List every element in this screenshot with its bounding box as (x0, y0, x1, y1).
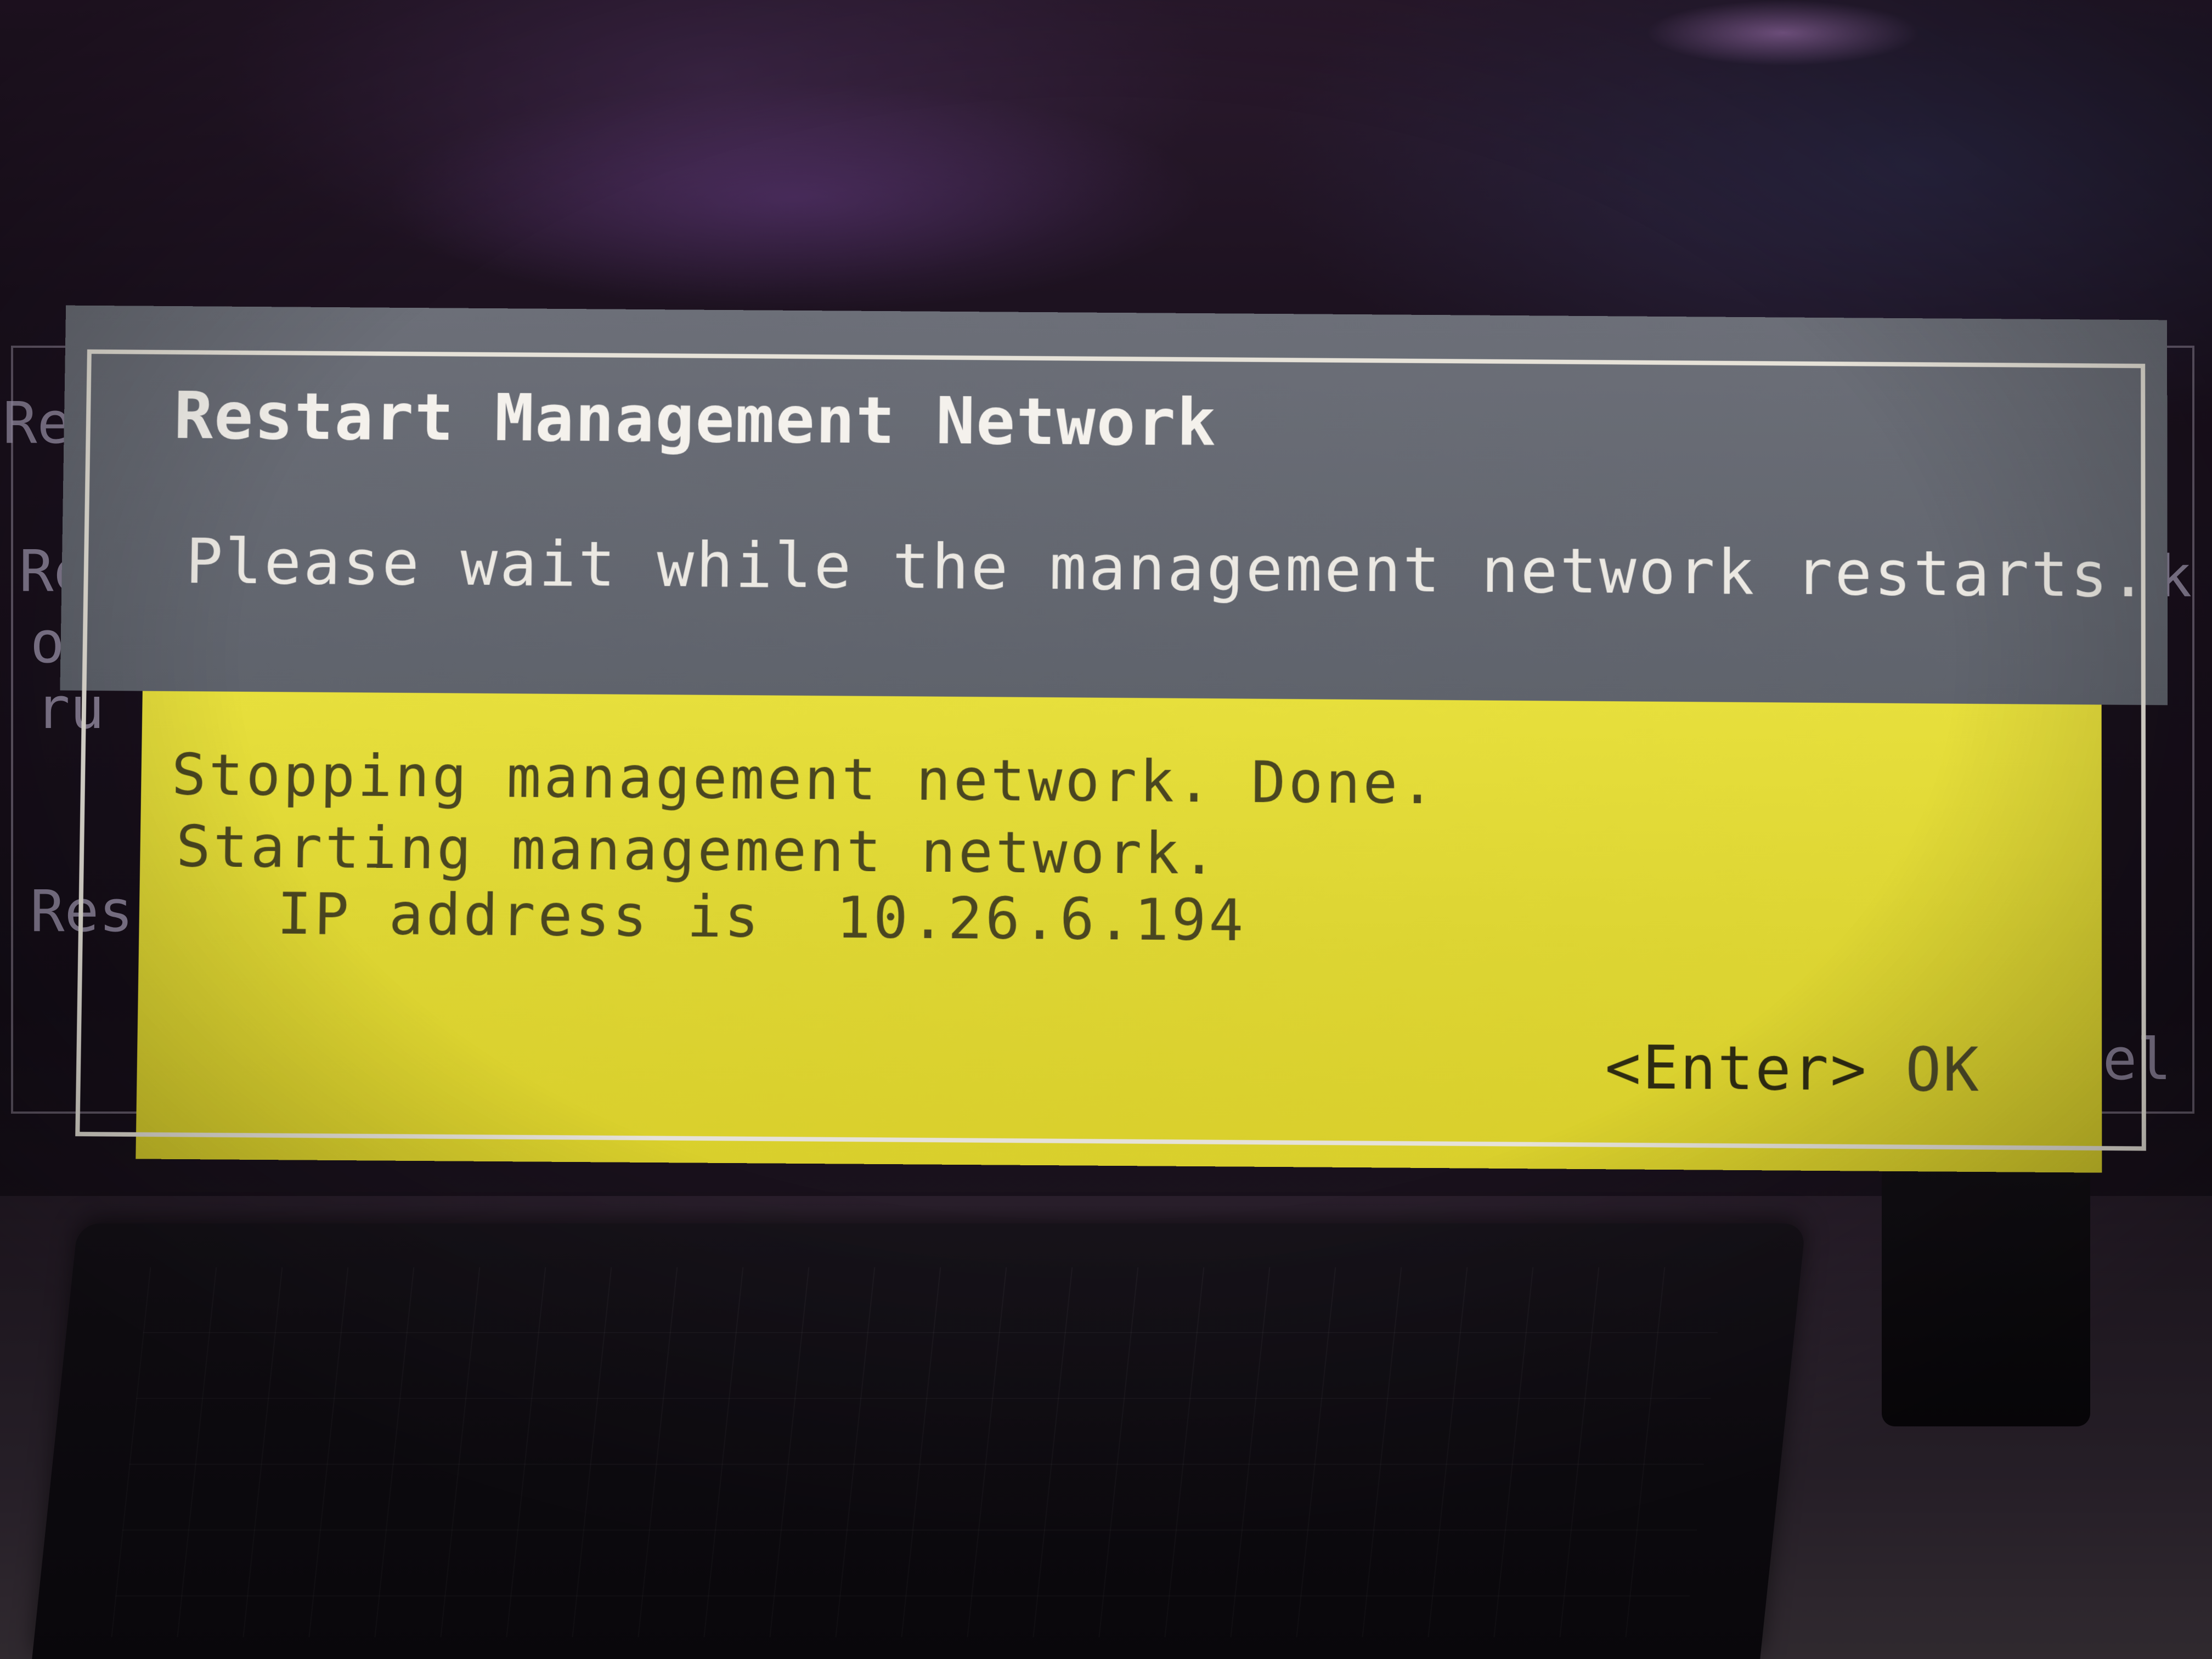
status-line-ip-address: IP address is 10.26.6.194 (276, 879, 1246, 955)
speaker (1882, 1163, 2090, 1426)
background-text-fragment: Re (3, 390, 72, 456)
restart-network-dialog: Restart Management Network Please wait w… (53, 305, 2168, 1173)
keyboard (32, 1223, 1806, 1659)
photo-scene: Re Re ou ru Res rk t cel Restart Managem… (0, 0, 2212, 1659)
dialog-title: Restart Management Network (173, 377, 1217, 461)
enter-key-hint: <Enter> (1605, 1033, 1868, 1105)
ok-button[interactable]: <Enter> OK (1605, 1033, 1980, 1105)
dialog-header-panel (60, 305, 2168, 706)
ok-label: OK (1905, 1035, 1980, 1105)
dialog-message: Please wait while the management network… (185, 526, 2149, 612)
status-line-starting: Starting management network. (176, 812, 1220, 888)
status-line-stopping: Stopping management network. Done. (171, 741, 1438, 817)
light-reflection (1646, 0, 1920, 66)
screen-reflection (384, 82, 1207, 313)
